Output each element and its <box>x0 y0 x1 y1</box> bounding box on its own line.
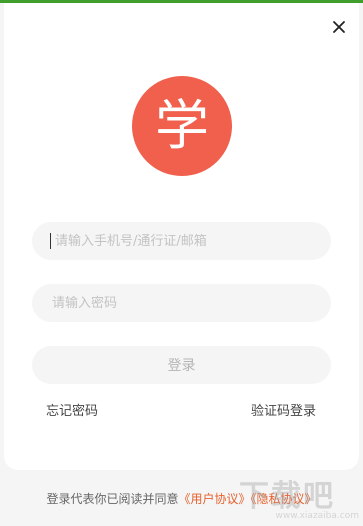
logo-char: 学 <box>155 94 209 157</box>
agreement-prefix: 登录代表你已阅读并同意 <box>46 492 179 506</box>
app-logo: 学 <box>132 76 232 176</box>
account-field[interactable] <box>32 222 331 260</box>
login-button[interactable]: 登录 <box>32 346 331 384</box>
watermark-url: www.xiazaiba.com <box>275 511 359 521</box>
login-dialog: 学 登录 忘记密码 验证码登录 <box>4 3 359 470</box>
close-button[interactable] <box>331 19 347 35</box>
privacy-agreement-link[interactable]: 《隐私协议》 <box>251 492 317 506</box>
password-field[interactable] <box>32 284 331 322</box>
forgot-password-link[interactable]: 忘记密码 <box>46 400 98 419</box>
text-caret <box>50 233 51 249</box>
user-agreement-link[interactable]: 《用户协议》 <box>178 492 250 506</box>
close-icon[interactable] <box>331 19 347 35</box>
account-input[interactable] <box>53 232 313 250</box>
agreement-line: 登录代表你已阅读并同意《用户协议》《隐私协议》 <box>0 490 363 507</box>
password-input[interactable] <box>50 294 313 312</box>
sms-login-link[interactable]: 验证码登录 <box>251 400 316 419</box>
